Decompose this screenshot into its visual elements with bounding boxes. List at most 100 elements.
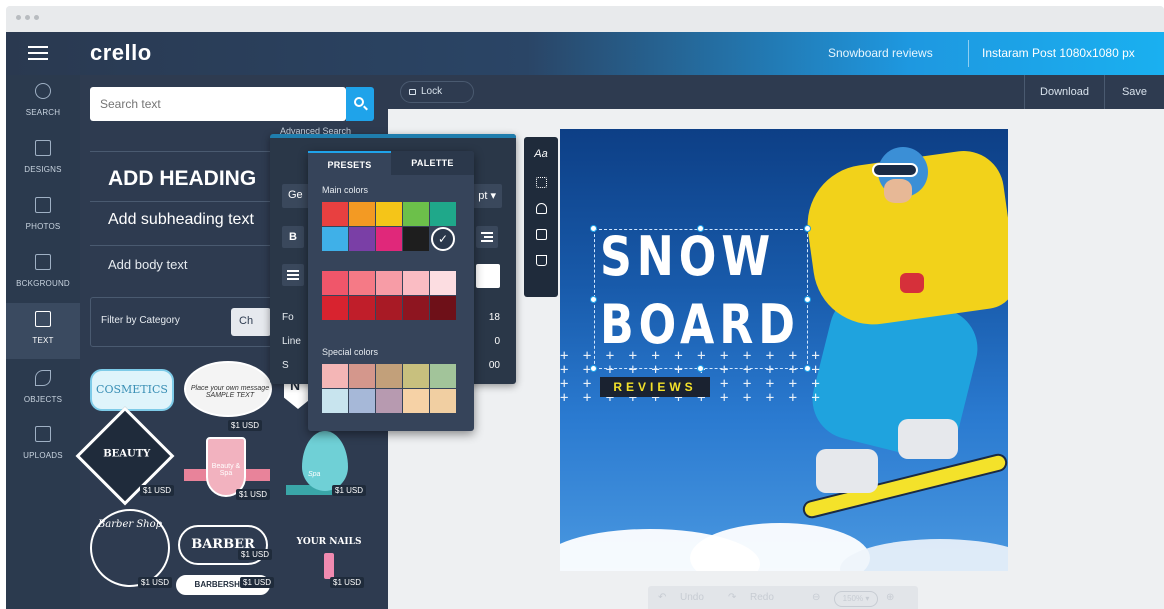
redo-icon[interactable]: ↷: [728, 592, 736, 603]
crello-app-window: crello Snowboard reviews Instaram Post 1…: [6, 6, 1164, 609]
shade-swatch[interactable]: [376, 296, 402, 320]
document-format[interactable]: Instaram Post 1080x1080 px: [982, 46, 1135, 60]
zoom-in-icon[interactable]: ⊕: [886, 592, 894, 603]
shade-swatch[interactable]: [403, 271, 429, 295]
main-swatch[interactable]: [322, 202, 348, 226]
undo-icon[interactable]: ↶: [658, 592, 666, 603]
element-tool-strip: Aa: [524, 137, 558, 297]
search-button[interactable]: [346, 87, 374, 121]
special-swatch[interactable]: [349, 389, 375, 413]
shade-swatch[interactable]: [322, 296, 348, 320]
window-dot-maximize[interactable]: [34, 15, 39, 20]
document-title[interactable]: Snowboard reviews: [828, 46, 933, 60]
template-barber-shop[interactable]: Barber Shop: [90, 509, 170, 587]
selection-box[interactable]: [594, 229, 808, 369]
nav-item-label: UPLOADS: [23, 451, 63, 460]
layers-icon[interactable]: [524, 195, 558, 221]
special-swatch[interactable]: [430, 389, 456, 413]
resize-handle[interactable]: [697, 365, 704, 372]
search-input[interactable]: [90, 87, 346, 121]
nav-item-photos[interactable]: PHOTOS: [6, 189, 80, 245]
uploads-icon: [35, 426, 51, 442]
reviews-tag[interactable]: REVIEWS: [600, 377, 710, 397]
save-button[interactable]: Save: [1104, 75, 1164, 109]
redo-button[interactable]: Redo: [750, 592, 774, 603]
text-color-swatch[interactable]: [476, 264, 500, 288]
font-settings-icon[interactable]: Aa: [524, 141, 558, 167]
nav-item-background[interactable]: BCKGROUND: [6, 246, 80, 302]
resize-handle[interactable]: [590, 365, 597, 372]
lock-button[interactable]: Lock: [400, 81, 474, 103]
shade-swatch[interactable]: [349, 271, 375, 295]
spacing-label: S: [282, 360, 289, 371]
nav-item-search[interactable]: SEARCH: [6, 75, 80, 131]
bold-button[interactable]: B: [282, 226, 304, 248]
resize-handle[interactable]: [697, 225, 704, 232]
add-heading-button[interactable]: ADD HEADING: [108, 167, 256, 191]
nav-item-designs[interactable]: DESIGNS: [6, 132, 80, 188]
rider-goggles: [872, 163, 918, 177]
top-bar: crello Snowboard reviews Instaram Post 1…: [6, 32, 1164, 75]
category-select[interactable]: Ch: [231, 308, 271, 336]
resize-handle[interactable]: [804, 225, 811, 232]
special-swatch[interactable]: [376, 389, 402, 413]
main-swatch[interactable]: [376, 202, 402, 226]
add-subheading-button[interactable]: Add subheading text: [108, 211, 254, 229]
nav-item-objects[interactable]: OBJECTS: [6, 362, 80, 418]
window-dot-minimize[interactable]: [25, 15, 30, 20]
resize-handle[interactable]: [804, 296, 811, 303]
shade-swatch[interactable]: [322, 271, 348, 295]
shade-swatch[interactable]: [349, 296, 375, 320]
main-swatch[interactable]: [349, 227, 375, 251]
price-badge: $1 USD: [236, 489, 271, 500]
main-swatch[interactable]: [403, 227, 429, 251]
special-swatch[interactable]: [322, 364, 348, 388]
special-swatch[interactable]: [403, 364, 429, 388]
template-cosmetics[interactable]: COSMETICS: [90, 369, 174, 411]
design-canvas[interactable]: + + + + + + + + + + + + + + + + + + + + …: [560, 129, 1008, 571]
special-swatch[interactable]: [376, 364, 402, 388]
special-swatch[interactable]: [430, 364, 456, 388]
main-swatch[interactable]: [376, 227, 402, 251]
trash-icon[interactable]: [524, 247, 558, 273]
list-icon[interactable]: [282, 264, 304, 286]
resize-handle[interactable]: [590, 225, 597, 232]
shade-swatch[interactable]: [430, 296, 456, 320]
menu-icon[interactable]: [28, 46, 48, 61]
tab-palette[interactable]: PALETTE: [391, 151, 474, 175]
shade-swatch[interactable]: [430, 271, 456, 295]
price-badge: $1 USD: [140, 485, 175, 496]
special-swatch[interactable]: [322, 389, 348, 413]
add-body-text-button[interactable]: Add body text: [108, 257, 188, 272]
main-swatch[interactable]: [430, 202, 456, 226]
nav-item-text[interactable]: TEXT: [6, 303, 80, 359]
selected-color-check-icon[interactable]: ✓: [431, 227, 455, 251]
line-height-value[interactable]: 0: [482, 336, 500, 347]
window-dot-close[interactable]: [16, 15, 21, 20]
resize-handle[interactable]: [590, 296, 597, 303]
shade-swatch[interactable]: [403, 296, 429, 320]
main-swatch[interactable]: [349, 202, 375, 226]
template-beauty-spa[interactable]: Beauty & Spa: [206, 437, 246, 497]
zoom-out-icon[interactable]: ⊖: [812, 592, 820, 603]
font-size-value[interactable]: 18: [482, 312, 500, 323]
rider-face: [884, 179, 912, 203]
download-button[interactable]: Download: [1024, 75, 1104, 109]
duplicate-icon[interactable]: [524, 221, 558, 247]
resize-handle[interactable]: [804, 365, 811, 372]
special-swatch[interactable]: [349, 364, 375, 388]
transparency-icon[interactable]: [524, 169, 558, 195]
shade-swatch[interactable]: [376, 271, 402, 295]
rider-boot: [816, 449, 878, 493]
align-right-icon[interactable]: [476, 226, 498, 248]
tab-presets[interactable]: PRESETS: [308, 151, 391, 175]
main-swatch[interactable]: [403, 202, 429, 226]
template-vintage-frame[interactable]: Place your own message SAMPLE TEXT: [184, 361, 272, 417]
undo-button[interactable]: Undo: [680, 592, 704, 603]
nav-item-uploads[interactable]: UPLOADS: [6, 418, 80, 474]
template-spa-drop[interactable]: Spa: [302, 431, 348, 491]
main-swatch[interactable]: [322, 227, 348, 251]
spacing-value[interactable]: 00: [482, 360, 500, 371]
zoom-select[interactable]: 150% ▾: [834, 591, 878, 607]
special-swatch[interactable]: [403, 389, 429, 413]
